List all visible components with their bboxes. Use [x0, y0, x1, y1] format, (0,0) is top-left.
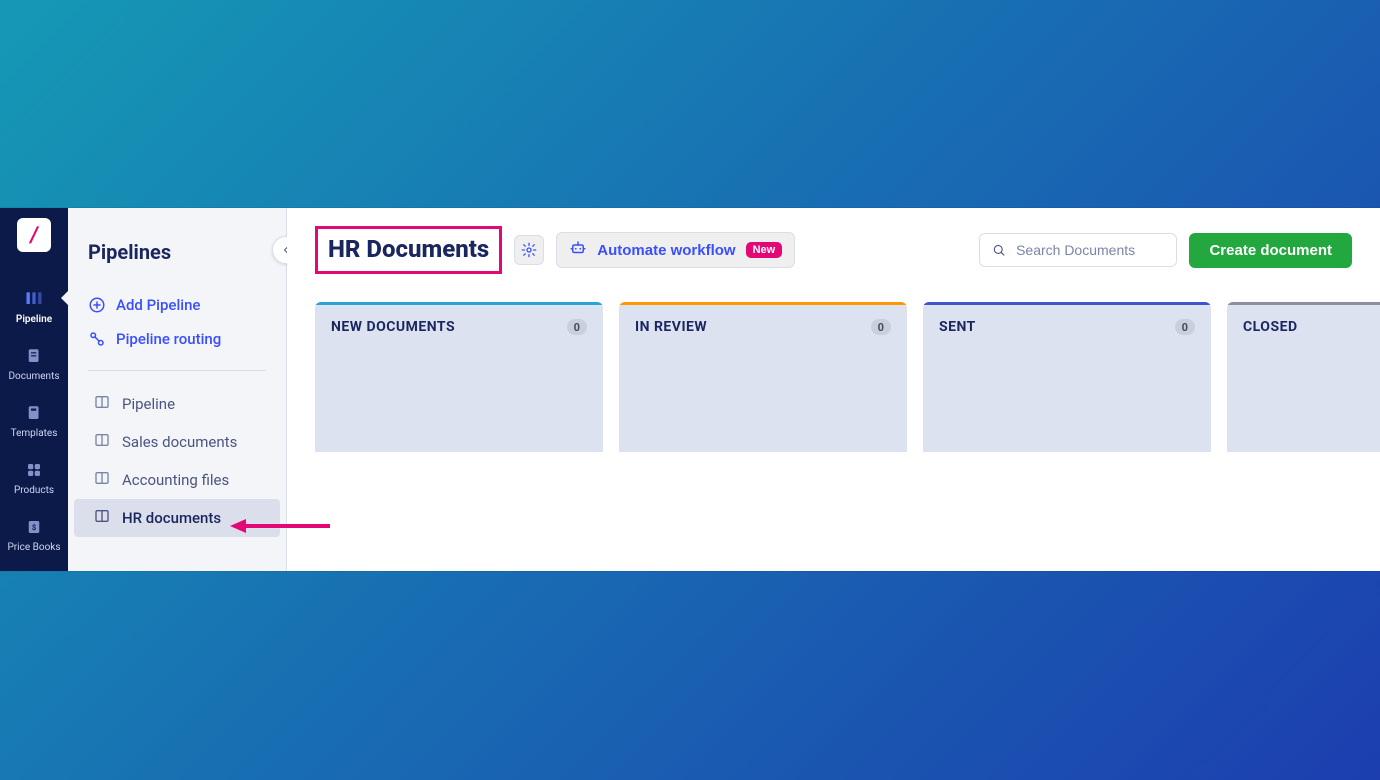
- pipeline-routing-label: Pipeline routing: [116, 330, 221, 348]
- column-count-badge: 0: [567, 319, 587, 335]
- topbar: HR Documents Automate workflow New Creat…: [287, 208, 1380, 288]
- page-title-highlight: HR Documents: [315, 226, 502, 274]
- add-pipeline-link[interactable]: Add Pipeline: [68, 288, 286, 322]
- main-content: HR Documents Automate workflow New Creat…: [287, 208, 1380, 571]
- column-title: IN REVIEW: [635, 319, 707, 335]
- page-title: HR Documents: [328, 235, 489, 263]
- rail-label: Documents: [8, 371, 59, 382]
- rail-label: Templates: [11, 428, 58, 439]
- column-title: CLOSED: [1243, 319, 1298, 335]
- column-in-review[interactable]: IN REVIEW 0: [619, 302, 907, 452]
- automate-workflow-label: Automate workflow: [597, 242, 735, 259]
- sidebar-entry-label: Accounting files: [122, 471, 229, 489]
- routing-icon: [88, 330, 106, 348]
- board-icon: [94, 432, 110, 452]
- new-badge: New: [746, 242, 783, 258]
- rail-item-documents[interactable]: Documents: [0, 339, 68, 392]
- column-title: SENT: [939, 319, 976, 335]
- rail-item-templates[interactable]: Templates: [0, 396, 68, 449]
- add-pipeline-label: Add Pipeline: [116, 296, 200, 314]
- kanban-board: NEW DOCUMENTS 0 IN REVIEW 0 SENT 0: [287, 288, 1380, 452]
- sidebar-entry-label: HR documents: [122, 509, 221, 527]
- rail-label: Pipeline: [16, 314, 52, 325]
- pricebooks-icon: $: [23, 516, 45, 538]
- sidebar-entry-label: Pipeline: [122, 395, 175, 413]
- sidebar-divider: [88, 370, 266, 371]
- sidebar-entry-accounting[interactable]: Accounting files: [74, 461, 280, 499]
- board-icon: [94, 508, 110, 528]
- column-sent[interactable]: SENT 0: [923, 302, 1211, 452]
- gear-icon: [521, 242, 537, 258]
- sidebar-entry-sales[interactable]: Sales documents: [74, 423, 280, 461]
- rail-label: Price Books: [7, 542, 60, 553]
- annotation-arrow: [230, 516, 330, 536]
- column-new-documents[interactable]: NEW DOCUMENTS 0: [315, 302, 603, 452]
- search-input[interactable]: [1014, 241, 1164, 259]
- plus-circle-icon: [88, 296, 106, 314]
- rail-item-products[interactable]: Products: [0, 453, 68, 506]
- products-icon: [23, 459, 45, 481]
- documents-icon: [23, 345, 45, 367]
- search-icon: [992, 242, 1006, 258]
- settings-button[interactable]: [514, 235, 544, 265]
- global-nav-rail: / Pipeline Documents Templates Products: [0, 208, 68, 571]
- board-icon: [94, 394, 110, 414]
- search-box[interactable]: [979, 233, 1177, 267]
- rail-item-pricebooks[interactable]: $ Price Books: [0, 510, 68, 563]
- rail-label: Products: [14, 485, 54, 496]
- column-closed[interactable]: CLOSED: [1227, 302, 1380, 452]
- column-count-badge: 0: [871, 319, 891, 335]
- slash-icon: /: [28, 223, 40, 248]
- create-document-button[interactable]: Create document: [1189, 233, 1352, 268]
- board-icon: [94, 470, 110, 490]
- column-count-badge: 0: [1175, 319, 1195, 335]
- pipeline-routing-link[interactable]: Pipeline routing: [68, 322, 286, 356]
- templates-icon: [23, 402, 45, 424]
- sidebar-title: Pipelines: [68, 224, 286, 288]
- rail-item-pipeline[interactable]: Pipeline: [0, 282, 68, 335]
- robot-icon: [569, 239, 587, 261]
- sidebar-entry-label: Sales documents: [122, 433, 237, 451]
- column-title: NEW DOCUMENTS: [331, 319, 455, 335]
- svg-text:$: $: [32, 523, 36, 532]
- pipeline-icon: [23, 288, 45, 310]
- sidebar-entry-pipeline[interactable]: Pipeline: [74, 385, 280, 423]
- app-window: / Pipeline Documents Templates Products: [0, 208, 1380, 571]
- app-logo[interactable]: /: [17, 218, 51, 252]
- automate-workflow-button[interactable]: Automate workflow New: [556, 232, 795, 268]
